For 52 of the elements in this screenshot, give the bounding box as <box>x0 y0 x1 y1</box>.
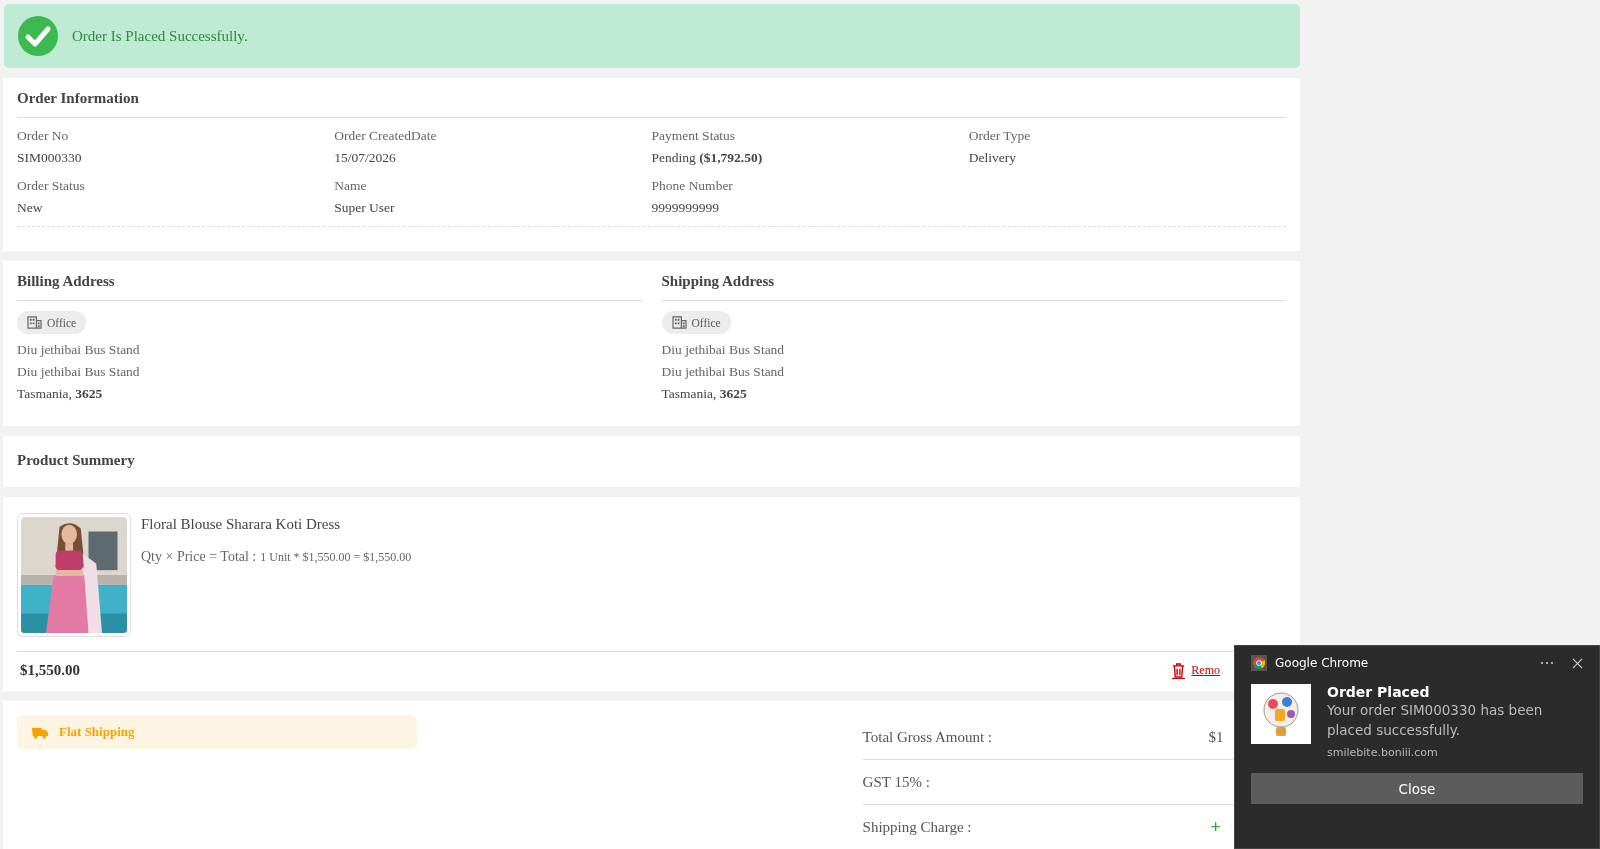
field-value: SIM000330 <box>17 150 83 166</box>
section-title: Product Summery <box>17 451 136 470</box>
field-value: New <box>17 200 44 216</box>
close-button[interactable]: Close <box>1251 773 1583 804</box>
total-label: Shipping Charge : <box>862 818 973 836</box>
address-line: Diu jethibai Bus Stand <box>17 342 141 358</box>
field-value: Pending ($1,792.50) <box>651 150 764 166</box>
address-line: Diu jethibai Bus Stand <box>661 342 786 358</box>
trash-icon <box>1172 662 1186 679</box>
section-title: Shipping Address <box>661 261 1286 301</box>
field-label: Payment Status <box>651 128 737 144</box>
notification-message: Your order SIM000330 has been placed successfully. <box>1327 701 1544 740</box>
address-line: Diu jethibai Bus Stand <box>661 364 786 380</box>
field-label: Phone Number <box>651 178 734 194</box>
field-label: Order Type <box>968 128 1032 144</box>
more-icon[interactable] <box>1540 661 1554 665</box>
notification-source: smilebite.boniii.com <box>1327 746 1439 759</box>
total-value: + <box>1210 816 1221 838</box>
total-label: GST 15% : <box>862 773 931 791</box>
field-value: 9999999999 <box>651 200 720 216</box>
field-value: Super User <box>334 200 396 216</box>
formula-label: Qty × Price = Total : <box>141 549 257 564</box>
address-line: Diu jethibai Bus Stand <box>17 364 141 380</box>
remove-link[interactable]: Remo <box>1172 662 1220 679</box>
field-label: Name <box>334 178 368 194</box>
close-icon[interactable] <box>1572 657 1583 669</box>
building-icon <box>671 316 687 329</box>
formula-value: 1 Unit * $1,550.00 = $1,550.00 <box>260 550 412 564</box>
product-total: $1,550.00 <box>20 662 80 679</box>
lightbulb-icon <box>1251 684 1311 744</box>
app-name: Google Chrome <box>1275 656 1369 670</box>
tag-label: Office <box>691 316 721 329</box>
browser-logo-icon <box>1251 655 1267 671</box>
notification-title: Order Placed <box>1327 684 1431 700</box>
check-icon <box>18 16 58 56</box>
product-name: Floral Blouse Sharara Koti Dress <box>141 516 342 533</box>
field-label: Order No <box>17 128 70 144</box>
address-line: Tasmania, 3625 <box>17 386 104 402</box>
section-title: Order Information <box>17 78 1286 118</box>
building-icon <box>27 316 42 329</box>
total-value: $1 <box>1208 728 1224 746</box>
truck-icon <box>31 725 49 739</box>
section-title: Billing Address <box>17 261 642 301</box>
field-value: 15/07/2026 <box>334 150 397 166</box>
field-label: Order Status <box>17 178 86 194</box>
address-line: Tasmania, 3625 <box>661 386 748 402</box>
field-value: Delivery <box>968 150 1017 166</box>
success-message: Order Is Placed Successfully. <box>72 27 248 45</box>
total-label: Total Gross Amount : <box>862 728 993 746</box>
tag-label: Office <box>47 316 77 329</box>
shipping-method: Flat Shipping <box>59 724 135 740</box>
field-label: Order CreatedDate <box>334 128 438 144</box>
